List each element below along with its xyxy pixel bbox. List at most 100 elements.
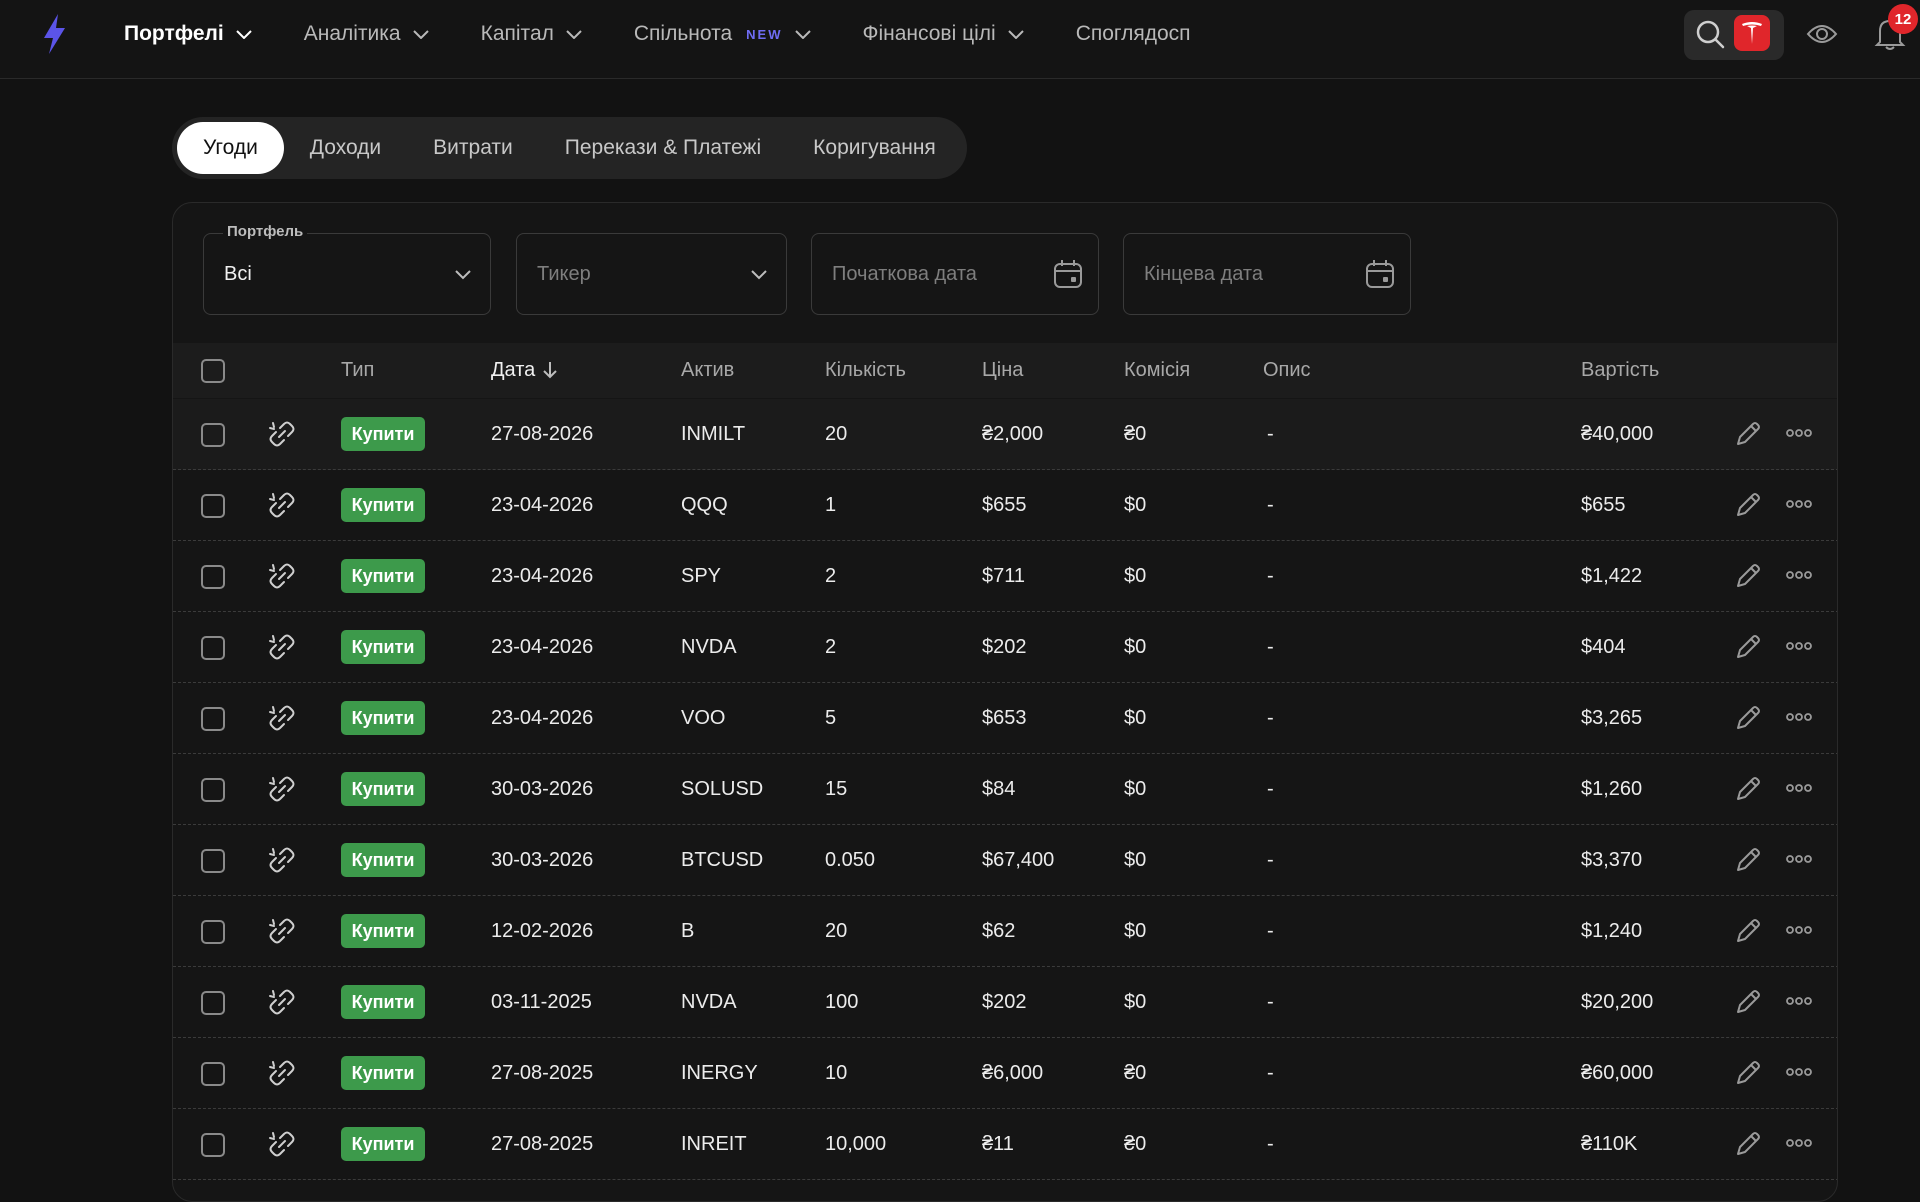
nav-item-5[interactable]: Споглядосп xyxy=(1076,22,1191,46)
header-type[interactable]: Тип xyxy=(341,359,374,382)
nav-item-1[interactable]: Аналітика xyxy=(304,22,429,46)
table-row[interactable]: Купити 30-03-2026 BTCUSD 0.050 $67,400 $0 - $3,… xyxy=(173,825,1837,896)
link-icon[interactable] xyxy=(267,561,297,591)
calendar-icon[interactable] xyxy=(1052,258,1084,290)
table-row[interactable]: Купити 23-04-2026 QQQ 1 $655 $0 - $655 xyxy=(173,470,1837,541)
cell-quantity: 10 xyxy=(825,1062,848,1084)
pencil-icon[interactable] xyxy=(1733,632,1763,662)
link-icon[interactable] xyxy=(267,703,297,733)
more-options-icon[interactable] xyxy=(1785,993,1813,1009)
cell-value: $655 xyxy=(1581,494,1626,516)
row-checkbox[interactable] xyxy=(201,920,225,944)
row-checkbox[interactable] xyxy=(201,1133,225,1157)
pencil-icon[interactable] xyxy=(1733,987,1763,1017)
header-commission[interactable]: Комісія xyxy=(1124,359,1190,382)
cell-value: $20,200 xyxy=(1581,991,1654,1013)
header-asset[interactable]: Актив xyxy=(681,359,734,382)
table-row[interactable]: Купити 27-08-2026 INMILT 20 ₴2,000 ₴0 - ₴40,000 xyxy=(173,399,1837,470)
table-row[interactable]: Купити 12-02-2026 B 20 $62 $0 - $1,240 xyxy=(173,896,1837,967)
pencil-icon[interactable] xyxy=(1733,561,1763,591)
tab-0[interactable]: Угоди xyxy=(177,122,284,174)
header-price[interactable]: Ціна xyxy=(982,359,1023,382)
tab-3[interactable]: Перекази & Платежі xyxy=(539,122,787,174)
tab-2[interactable]: Витрати xyxy=(407,122,539,174)
lightning-logo-icon[interactable] xyxy=(38,12,70,56)
nav-item-3[interactable]: Спільнота NEW xyxy=(634,22,811,46)
portfolio-select[interactable]: Всі xyxy=(203,233,491,315)
more-options-icon[interactable] xyxy=(1785,709,1813,725)
more-options-icon[interactable] xyxy=(1785,780,1813,796)
link-icon[interactable] xyxy=(267,1058,297,1088)
end-date-input[interactable]: Кінцева дата xyxy=(1123,233,1411,315)
more-options-icon[interactable] xyxy=(1785,1064,1813,1080)
tesla-logo-icon[interactable] xyxy=(1734,15,1770,51)
row-checkbox[interactable] xyxy=(201,565,225,589)
link-icon[interactable] xyxy=(267,774,297,804)
tab-4[interactable]: Коригування xyxy=(787,122,962,174)
more-options-icon[interactable] xyxy=(1785,922,1813,938)
table-row[interactable]: Купити 30-03-2026 SOLUSD 15 $84 $0 - $1,260 xyxy=(173,754,1837,825)
select-all-checkbox[interactable] xyxy=(201,359,225,383)
pencil-icon[interactable] xyxy=(1733,774,1763,804)
nav-item-label: Аналітика xyxy=(303,22,401,45)
row-checkbox[interactable] xyxy=(201,707,225,731)
cell-description: - xyxy=(1267,636,1274,658)
header-date[interactable]: Дата xyxy=(491,359,558,382)
table-row[interactable]: Купити 03-11-2025 NVDA 100 $202 $0 - $20,200 xyxy=(173,967,1837,1038)
row-checkbox[interactable] xyxy=(201,636,225,660)
pencil-icon[interactable] xyxy=(1733,490,1763,520)
cell-quantity: 15 xyxy=(825,778,848,800)
eye-icon[interactable] xyxy=(1806,20,1838,48)
cell-asset: B xyxy=(681,920,695,942)
pencil-icon[interactable] xyxy=(1733,845,1763,875)
pencil-icon[interactable] xyxy=(1733,419,1763,449)
nav-item-0[interactable]: Портфелі xyxy=(124,22,252,46)
link-icon[interactable] xyxy=(267,987,297,1017)
cell-value: $3,370 xyxy=(1581,849,1643,871)
pencil-icon[interactable] xyxy=(1733,916,1763,946)
row-checkbox[interactable] xyxy=(201,423,225,447)
link-icon[interactable] xyxy=(267,845,297,875)
pencil-icon[interactable] xyxy=(1733,1058,1763,1088)
table-row[interactable]: Купити 23-04-2026 SPY 2 $711 $0 - $1,422 xyxy=(173,541,1837,612)
calendar-icon[interactable] xyxy=(1364,258,1396,290)
cell-commission: $0 xyxy=(1124,778,1147,800)
row-checkbox[interactable] xyxy=(201,991,225,1015)
header-value[interactable]: Вартість xyxy=(1581,359,1659,382)
link-icon[interactable] xyxy=(267,419,297,449)
more-options-icon[interactable] xyxy=(1785,851,1813,867)
link-icon[interactable] xyxy=(267,916,297,946)
ticker-select[interactable]: Тикер xyxy=(516,233,787,315)
chevron-down-icon xyxy=(1007,30,1024,39)
row-checkbox[interactable] xyxy=(201,1062,225,1086)
table-row[interactable]: Купити 23-04-2026 NVDA 2 $202 $0 - $404 xyxy=(173,612,1837,683)
more-options-icon[interactable] xyxy=(1785,567,1813,583)
nav-item-2[interactable]: Капітал xyxy=(481,22,582,46)
table-row[interactable]: Купити 27-08-2025 INREIT 10,000 ₴11 ₴0 - ₴110K xyxy=(173,1109,1837,1180)
type-badge: Купити xyxy=(341,488,425,522)
cell-quantity: 0.050 xyxy=(825,849,876,871)
row-checkbox[interactable] xyxy=(201,849,225,873)
pencil-icon[interactable] xyxy=(1733,703,1763,733)
cell-value: $1,240 xyxy=(1581,920,1643,942)
top-bar: Портфелі Аналітика Капітал Спільнота NEW Фіна… xyxy=(0,0,1920,79)
search-icon[interactable] xyxy=(1694,18,1726,50)
start-date-input[interactable]: Початкова дата xyxy=(811,233,1099,315)
nav-item-4[interactable]: Фінансові цілі xyxy=(863,22,1024,46)
row-checkbox[interactable] xyxy=(201,778,225,802)
more-options-icon[interactable] xyxy=(1785,638,1813,654)
cell-commission: $0 xyxy=(1124,707,1147,729)
link-icon[interactable] xyxy=(267,1129,297,1159)
table-row[interactable]: Купити 23-04-2026 VOO 5 $653 $0 - $3,265 xyxy=(173,683,1837,754)
table-row[interactable]: Купити 27-08-2025 INERGY 10 ₴6,000 ₴0 - ₴60,000 xyxy=(173,1038,1837,1109)
more-options-icon[interactable] xyxy=(1785,496,1813,512)
header-quantity[interactable]: Кількість xyxy=(825,359,906,382)
row-checkbox[interactable] xyxy=(201,494,225,518)
pencil-icon[interactable] xyxy=(1733,1129,1763,1159)
more-options-icon[interactable] xyxy=(1785,425,1813,441)
tab-1[interactable]: Доходи xyxy=(284,122,407,174)
link-icon[interactable] xyxy=(267,490,297,520)
more-options-icon[interactable] xyxy=(1785,1135,1813,1151)
link-icon[interactable] xyxy=(267,632,297,662)
header-description[interactable]: Опис xyxy=(1263,359,1311,382)
